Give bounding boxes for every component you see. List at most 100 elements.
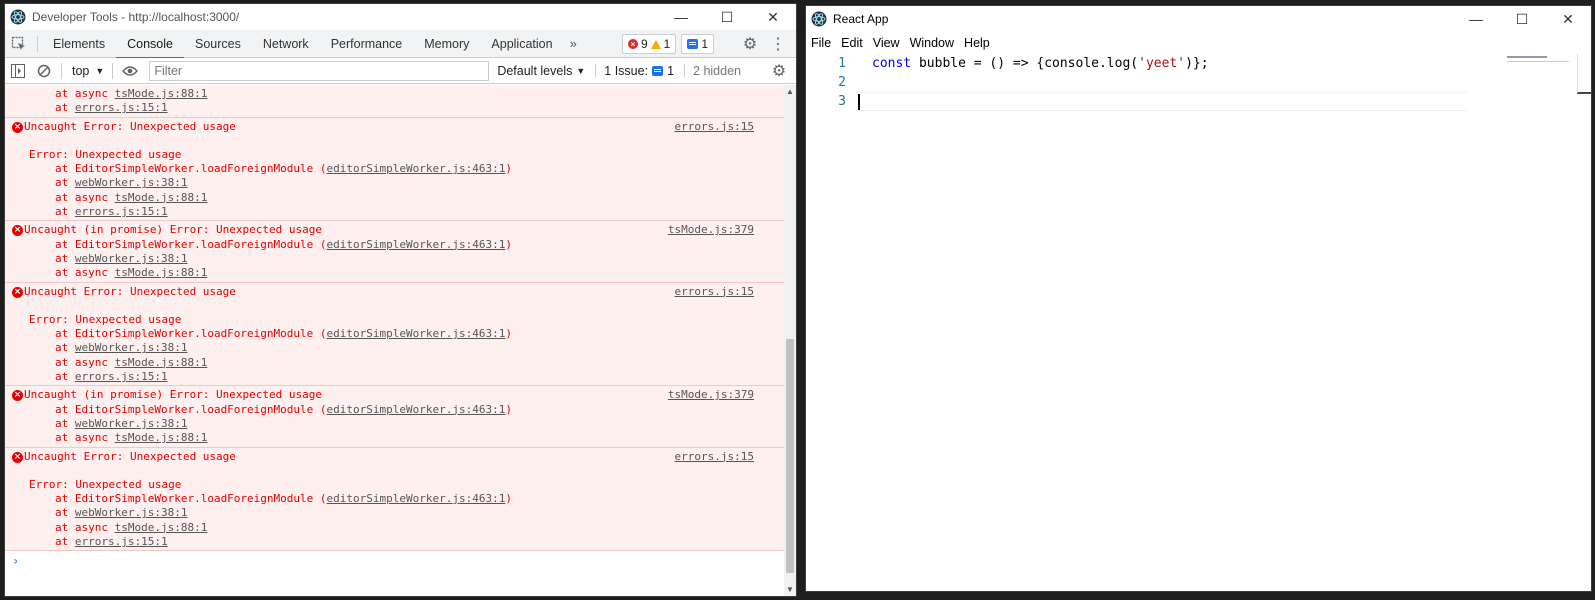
console-prompt[interactable]: › (5, 551, 784, 571)
stack-trace-link[interactable]: editorSimpleWorker.js:463:1 (327, 492, 506, 505)
stack-trace-line: at webWorker.js:38:1 (55, 341, 188, 355)
kebab-menu-icon[interactable]: ⋮ (764, 30, 792, 58)
stack-trace-link[interactable]: tsMode.js:88:1 (115, 87, 208, 100)
error-header[interactable]: Uncaught Error: Unexpected usage (15, 120, 784, 134)
menu-help[interactable]: Help (959, 36, 995, 50)
source-link[interactable]: errors.js:15 (675, 285, 754, 299)
message-icon (652, 65, 664, 76)
stack-trace-link[interactable]: errors.js:15:1 (75, 101, 168, 114)
react-app-window: React App — ☐ ✕ File Edit View Window He… (805, 5, 1592, 592)
console-error-message[interactable]: at async tsMode.js:88:1 at errors.js:15:1 (5, 85, 784, 118)
editor-scrollbar[interactable] (1577, 54, 1591, 94)
menu-view[interactable]: View (868, 36, 905, 50)
minimap[interactable] (1507, 54, 1569, 62)
stack-trace-link[interactable]: webWorker.js:38:1 (75, 252, 188, 265)
clear-console-icon[interactable] (31, 58, 57, 84)
issues-button[interactable]: 1 Issue: 1 (595, 63, 674, 78)
maximize-icon[interactable]: ☐ (1499, 6, 1545, 32)
error-icon: × (12, 451, 23, 463)
console-settings-gear-icon[interactable]: ⚙ (766, 58, 792, 84)
stack-trace-link[interactable]: webWorker.js:38:1 (75, 417, 188, 430)
stack-trace-link[interactable]: editorSimpleWorker.js:463:1 (327, 403, 506, 416)
gear-icon[interactable]: ⚙ (736, 30, 764, 58)
source-link[interactable]: tsMode.js:379 (668, 223, 754, 237)
error-header[interactable]: Uncaught Error: Unexpected usage (15, 285, 784, 299)
tab-application[interactable]: Application (480, 30, 563, 58)
error-body-title: Error: Unexpected usage (29, 477, 182, 491)
scrollbar-thumb[interactable] (786, 339, 794, 573)
minimize-icon[interactable]: — (1453, 6, 1499, 32)
stack-trace-link[interactable]: errors.js:15:1 (75, 205, 168, 218)
more-tabs-icon[interactable]: » (564, 36, 583, 51)
message-icon (687, 39, 699, 49)
error-header[interactable]: Uncaught Error: Unexpected usage (15, 450, 784, 464)
inspect-element-icon[interactable] (5, 30, 33, 58)
maximize-icon[interactable]: ☐ (704, 4, 750, 30)
devtools-titlebar[interactable]: Developer Tools - http://localhost:3000/… (5, 4, 796, 30)
close-icon[interactable]: ✕ (750, 4, 796, 30)
chevron-down-icon: ▼ (95, 65, 105, 76)
stack-trace-line: at EditorSimpleWorker.loadForeignModule … (55, 327, 512, 341)
line-number: 1 (838, 56, 846, 71)
current-line-highlight (856, 92, 1466, 111)
stack-trace-link[interactable]: tsMode.js:88:1 (115, 521, 208, 534)
stack-trace-link[interactable]: editorSimpleWorker.js:463:1 (327, 238, 506, 251)
source-link[interactable]: errors.js:15 (675, 120, 754, 134)
stack-trace-link[interactable]: webWorker.js:38:1 (75, 341, 188, 354)
eye-icon[interactable] (117, 58, 143, 84)
stack-trace-line: at async tsMode.js:88:1 (55, 87, 208, 100)
context-selector[interactable]: top ▼ (66, 64, 108, 78)
filter-input[interactable]: Filter (149, 60, 490, 81)
menu-edit[interactable]: Edit (836, 36, 868, 50)
stack-trace-link[interactable]: editorSimpleWorker.js:463:1 (327, 327, 506, 340)
react-titlebar[interactable]: React App — ☐ ✕ (806, 6, 1591, 32)
line-number: 2 (838, 75, 846, 90)
tab-network[interactable]: Network (252, 30, 320, 58)
menu-bar: File Edit View Window Help (806, 32, 1591, 54)
window-title: React App (833, 12, 889, 26)
error-icon: × (12, 121, 23, 133)
close-icon[interactable]: ✕ (1545, 6, 1591, 32)
source-link[interactable]: tsMode.js:379 (668, 388, 754, 402)
minimize-icon[interactable]: — (658, 4, 704, 30)
error-warning-counter[interactable]: × 9 1 (621, 34, 677, 54)
stack-trace-link[interactable]: editorSimpleWorker.js:463:1 (327, 162, 506, 175)
stack-trace-link[interactable]: tsMode.js:88:1 (115, 191, 208, 204)
stack-trace-link[interactable]: tsMode.js:88:1 (115, 431, 208, 444)
sidebar-toggle-icon[interactable] (5, 58, 31, 84)
tab-elements[interactable]: Elements (42, 30, 116, 58)
scroll-down-icon[interactable]: ▼ (786, 585, 794, 594)
log-levels-dropdown[interactable]: Default levels ▼ (497, 64, 585, 78)
electron-icon (811, 11, 827, 27)
error-icon: × (627, 39, 638, 49)
scroll-up-icon[interactable]: ▲ (786, 87, 794, 96)
console-error-message[interactable]: × Uncaught Error: Unexpected usage errors.… (5, 117, 784, 222)
stack-trace-link[interactable]: webWorker.js:38:1 (75, 176, 188, 189)
source-link[interactable]: errors.js:15 (675, 450, 754, 464)
line-number: 3 (838, 94, 846, 109)
stack-trace-line: at errors.js:15:1 (55, 205, 168, 219)
menu-file[interactable]: File (806, 36, 836, 50)
stack-trace-link[interactable]: errors.js:15:1 (75, 535, 168, 548)
stack-trace-link[interactable]: webWorker.js:38:1 (75, 506, 188, 519)
code-editor[interactable]: 1 const bubble = () => {console.log('yee… (806, 54, 1591, 591)
tab-console[interactable]: Console (116, 30, 184, 59)
console-error-message[interactable]: × Uncaught Error: Unexpected usage errors.… (5, 447, 784, 552)
console-error-message[interactable]: × Uncaught Error: Unexpected usage errors.… (5, 282, 784, 387)
tab-performance[interactable]: Performance (320, 30, 414, 58)
stack-trace-line: at async tsMode.js:88:1 (55, 355, 208, 369)
menu-window[interactable]: Window (905, 36, 959, 50)
issues-counter[interactable]: 1 (681, 34, 714, 54)
line-code: const bubble = () => {console.log('yeet'… (872, 56, 1209, 71)
tab-sources[interactable]: Sources (184, 30, 252, 58)
tab-memory[interactable]: Memory (413, 30, 480, 58)
stack-trace-link[interactable]: tsMode.js:88:1 (115, 266, 208, 279)
stack-trace-link[interactable]: tsMode.js:88:1 (115, 356, 208, 369)
console-error-message[interactable]: × Uncaught (in promise) Error: Unexpected… (5, 221, 784, 283)
editor-line: 1 const bubble = () => {console.log('yee… (806, 54, 1591, 73)
console-scrollbar[interactable]: ▲ ▼ (784, 85, 796, 596)
stack-trace-line: at webWorker.js:38:1 (55, 416, 188, 430)
stack-trace-link[interactable]: errors.js:15:1 (75, 370, 168, 383)
console-error-message[interactable]: × Uncaught (in promise) Error: Unexpected… (5, 386, 784, 448)
stack-trace-line: at EditorSimpleWorker.loadForeignModule … (55, 492, 512, 506)
